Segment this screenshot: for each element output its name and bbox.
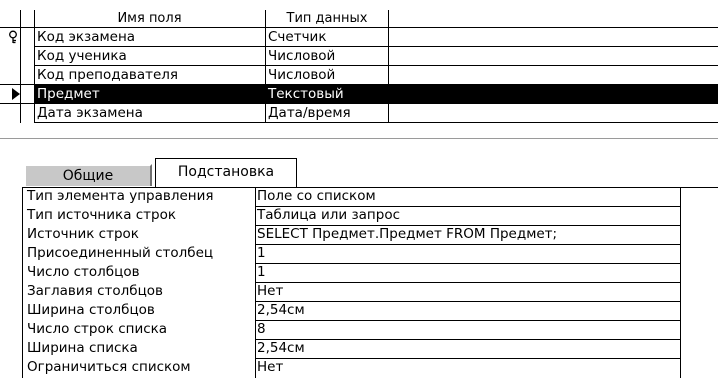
data-type-cell[interactable]: Дата/время [268, 104, 386, 122]
property-row[interactable]: Число столбцов 1 [22, 264, 718, 281]
property-label: Ограничиться списком [27, 359, 191, 375]
field-name-cell[interactable]: Код экзамена [37, 28, 263, 46]
grid-line [0, 84, 718, 85]
property-row[interactable]: Ширина столбцов 2,54см [22, 302, 718, 319]
field-row[interactable]: Код экзамена Счетчик [0, 28, 718, 46]
property-row[interactable]: Источник строк SELECT Предмет.Предмет FR… [22, 226, 718, 243]
field-row[interactable]: Код ученика Числовой [0, 47, 718, 65]
property-value[interactable]: 2,54см [257, 340, 677, 357]
grid-line [680, 187, 681, 378]
property-value[interactable]: 1 [257, 245, 677, 262]
property-label: Тип источника строк [27, 207, 177, 223]
property-row[interactable]: Присоединенный столбец 1 [22, 245, 718, 262]
grid-line [255, 206, 680, 207]
property-value[interactable]: SELECT Предмет.Предмет FROM Предмет; [257, 226, 677, 243]
property-label: Источник строк [27, 226, 139, 242]
property-row[interactable]: Ограничиться списком Нет [22, 359, 718, 376]
property-label: Ширина столбцов [27, 302, 155, 318]
property-label: Тип элемента управления [27, 188, 214, 204]
data-type-cell[interactable]: Счетчик [268, 28, 386, 46]
data-type-cell[interactable]: Числовой [268, 66, 386, 84]
grid-line [255, 187, 256, 378]
grid-line [255, 301, 680, 302]
field-row[interactable]: Дата экзамена Дата/время [0, 104, 718, 122]
grid-line [255, 320, 680, 321]
column-header-data-type[interactable]: Тип данных [266, 10, 388, 27]
row-selector[interactable] [0, 28, 34, 46]
grid-line [34, 10, 35, 123]
property-row[interactable]: Число строк списка 8 [22, 321, 718, 338]
property-row[interactable]: Тип элемента управления Поле со списком [22, 188, 718, 205]
grid-line [255, 244, 680, 245]
property-row[interactable]: Тип источника строк Таблица или запрос [22, 207, 718, 224]
section-divider [0, 138, 718, 139]
property-value[interactable]: Нет [257, 359, 677, 376]
property-value[interactable]: 2,54см [257, 302, 677, 319]
grid-line [22, 187, 718, 188]
property-value[interactable]: Таблица или запрос [257, 207, 677, 224]
grid-line [265, 10, 266, 123]
property-label: Число столбцов [27, 264, 140, 280]
field-name-cell[interactable]: Дата экзамена [37, 104, 263, 122]
property-label: Заглавия столбцов [27, 283, 163, 299]
field-grid: Имя поля Тип данных Код экзамена Счетчик… [0, 0, 718, 152]
grid-line [255, 282, 680, 283]
property-value[interactable]: 1 [257, 264, 677, 281]
data-type-cell[interactable]: Числовой [268, 47, 386, 65]
row-selector[interactable] [0, 47, 34, 65]
field-row[interactable]: Код преподавателя Числовой [0, 66, 718, 84]
grid-line [34, 65, 718, 66]
property-row[interactable]: Ширина списка 2,54см [22, 340, 718, 357]
field-name-cell[interactable]: Код преподавателя [37, 66, 263, 84]
property-value[interactable]: Нет [257, 283, 677, 300]
property-value[interactable]: 8 [257, 321, 677, 338]
grid-line [0, 103, 718, 104]
data-type-cell[interactable]: Текстовый [268, 85, 386, 103]
property-label: Присоединенный столбец [27, 245, 214, 261]
property-label: Ширина списка [27, 340, 138, 356]
grid-line [255, 339, 680, 340]
property-label: Число строк списка [27, 321, 168, 337]
property-row[interactable]: Заглавия столбцов Нет [22, 283, 718, 300]
grid-line [22, 187, 23, 378]
row-selector[interactable] [0, 66, 34, 84]
tab-lookup[interactable]: Подстановка [155, 158, 297, 188]
grid-line [255, 358, 680, 359]
current-row-arrow-icon [12, 88, 20, 100]
grid-line [34, 46, 718, 47]
grid-line [255, 225, 680, 226]
field-row-selected[interactable]: Предмет Текстовый [0, 85, 718, 103]
grid-line [0, 27, 718, 28]
tab-general[interactable]: Общие [24, 164, 152, 186]
property-value[interactable]: Поле со списком [257, 188, 677, 205]
field-name-cell[interactable]: Предмет [37, 85, 263, 103]
row-selector[interactable] [0, 85, 34, 103]
grid-line [20, 10, 21, 123]
row-selector[interactable] [0, 104, 34, 122]
property-sheet: Тип элемента управления Поле со списком … [22, 187, 718, 378]
column-header-field-name[interactable]: Имя поля [34, 10, 265, 27]
grid-line [255, 263, 680, 264]
grid-line [388, 10, 389, 123]
grid-line [34, 122, 718, 123]
field-name-cell[interactable]: Код ученика [37, 47, 263, 65]
